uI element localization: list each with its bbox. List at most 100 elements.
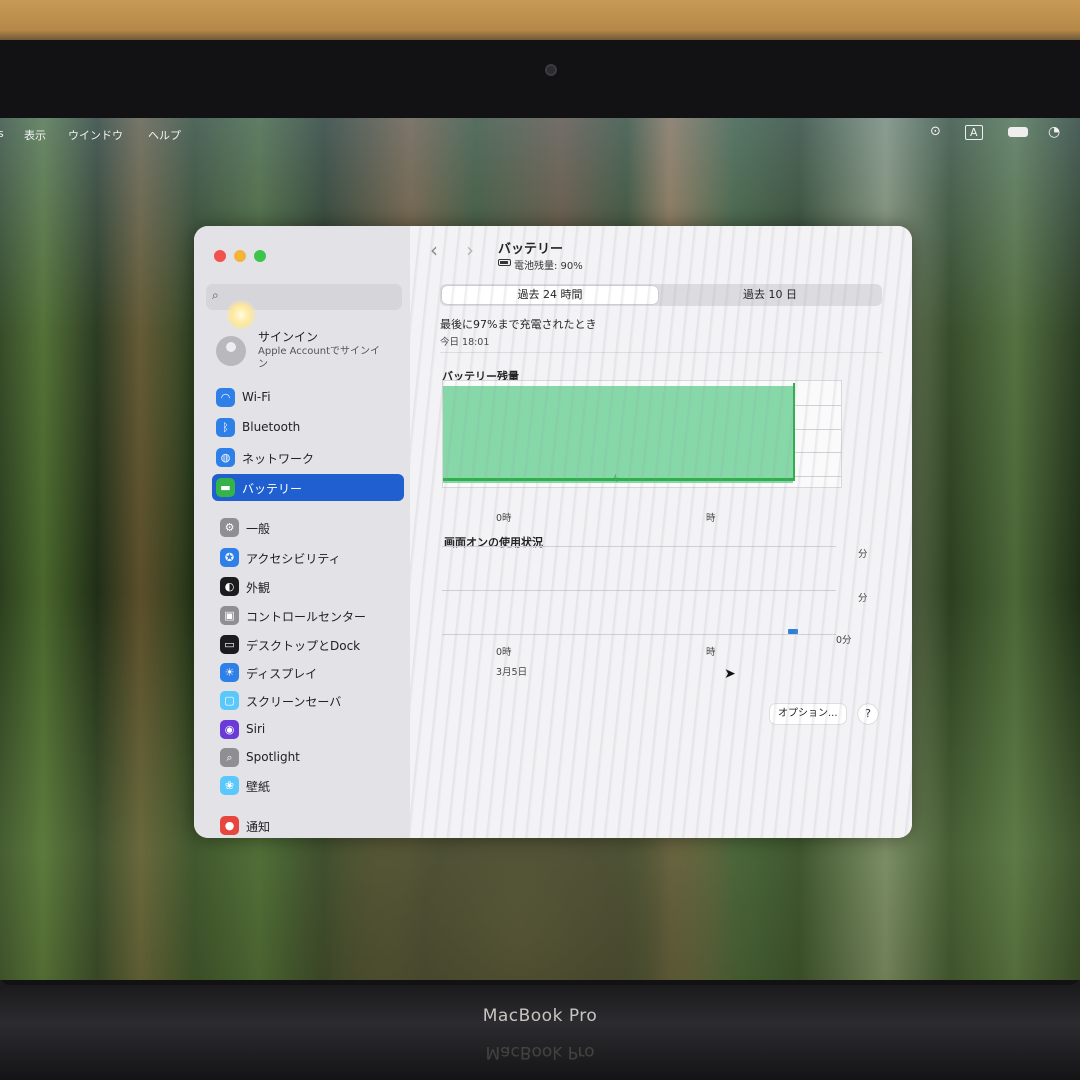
wifi-icon: ◠	[216, 388, 235, 407]
menu-view[interactable]: 表示	[24, 127, 46, 143]
battery-x-label-1: 時	[706, 513, 716, 524]
gridline	[442, 590, 836, 591]
brand-reflection: MacBook Pro	[485, 1042, 595, 1062]
charging-icon: ϟ	[613, 474, 620, 485]
sidebar-item-spotlight[interactable]: ⌕ Spotlight	[216, 744, 408, 771]
sidebar-item-label: Spotlight	[246, 750, 300, 764]
sidebar-item-wifi[interactable]: ◠ Wi-Fi	[212, 384, 404, 411]
play-icon[interactable]: ⊙	[930, 124, 941, 139]
usage-y-label-0: 分	[858, 549, 868, 560]
sidebar-item-control-center[interactable]: ▣ コントロールセンター	[216, 602, 408, 629]
battery-level-area	[443, 385, 793, 483]
bluetooth-icon: ᛒ	[216, 418, 235, 437]
battery-icon: ▬	[216, 478, 235, 497]
battery-level-icon	[498, 259, 511, 266]
back-button[interactable]: ‹	[430, 238, 438, 262]
tab-last-10-days[interactable]: 過去 10 日	[660, 286, 880, 304]
sidebar-item-label: バッテリー	[242, 482, 303, 496]
battery-level-edge	[793, 383, 795, 481]
menu-window[interactable]: ウインドウ	[68, 127, 123, 143]
usage-date-label: 3月5日	[496, 667, 528, 678]
sidebar-item-dock[interactable]: ▭ デスクトップとDock	[216, 631, 408, 658]
sidebar-item-label: 壁紙	[246, 780, 271, 794]
sidebar-item-appearance[interactable]: ◐ 外観	[216, 573, 408, 600]
battery-x-label-0: 0時	[496, 513, 512, 524]
dock-icon: ▭	[220, 635, 239, 654]
page-title: バッテリー	[498, 242, 564, 257]
sidebar-item-label: コントロールセンター	[246, 610, 367, 624]
sidebar-item-globe[interactable]: ◍ ネットワーク	[212, 444, 404, 471]
account-title: サインイン	[258, 330, 319, 344]
sidebar-item-label: Siri	[246, 722, 266, 736]
gear-icon: ⚙	[220, 518, 239, 537]
desktop: s 表示 ウインドウ ヘルプ ⊙ A ◔ ⌕ サインイン Apple Accou…	[0, 118, 1080, 980]
screensaver-icon: ▢	[220, 691, 239, 710]
accessibility-icon: ✪	[220, 548, 239, 567]
photo-of-laptop: s 表示 ウインドウ ヘルプ ⊙ A ◔ ⌕ サインイン Apple Accou…	[0, 0, 1080, 1080]
sidebar-item-display[interactable]: ☀ ディスプレイ	[216, 659, 408, 686]
sidebar-item-wallpaper[interactable]: ❀ 壁紙	[216, 772, 408, 799]
wifi-icon[interactable]: ◔	[1048, 124, 1060, 140]
sidebar-item-notifications[interactable]: ● 通知	[216, 812, 408, 838]
avatar	[216, 336, 246, 366]
camera	[545, 64, 557, 76]
search-icon: ⌕	[212, 288, 219, 302]
sidebar-item-label: Bluetooth	[242, 420, 301, 434]
usage-x-label-1: 時	[706, 647, 716, 658]
divider	[440, 352, 882, 353]
brand-label: MacBook Pro	[482, 1006, 598, 1026]
laptop-chin	[0, 985, 1080, 1080]
help-button[interactable]: ?	[858, 704, 878, 724]
display-icon: ☀	[220, 663, 239, 682]
gridline	[442, 546, 836, 547]
sidebar-item-label: デスクトップとDock	[246, 639, 361, 653]
input-source-icon[interactable]: A	[965, 125, 983, 140]
sidebar-item-label: ネットワーク	[242, 452, 315, 466]
screen-usage-chart	[442, 546, 836, 636]
sidebar-item-accessibility[interactable]: ✪ アクセシビリティ	[216, 544, 408, 571]
sidebar-item-label: 通知	[246, 820, 271, 834]
close-button[interactable]	[214, 250, 226, 262]
menu-help[interactable]: ヘルプ	[148, 127, 181, 143]
menu-bar: s 表示 ウインドウ ヘルプ ⊙ A ◔	[0, 118, 1080, 150]
forward-button[interactable]: ›	[466, 238, 474, 262]
sidebar-item-label: Wi-Fi	[242, 390, 271, 404]
control-center-icon: ▣	[220, 606, 239, 625]
globe-icon: ◍	[216, 448, 235, 467]
last-charge-time: 今日 18:01	[440, 337, 490, 348]
account-signin[interactable]: サインイン Apple Accountでサインイン	[216, 328, 406, 378]
sidebar-item-label: ディスプレイ	[246, 667, 318, 681]
battery-icon[interactable]	[1008, 127, 1028, 137]
gridline	[442, 634, 836, 635]
sidebar-item-battery[interactable]: ▬ バッテリー	[212, 474, 404, 501]
siri-icon: ◉	[220, 720, 239, 739]
zoom-button[interactable]	[254, 250, 266, 262]
sidebar-item-screensaver[interactable]: ▢ スクリーンセーバ	[216, 687, 408, 714]
sidebar-item-label: 外観	[246, 581, 271, 595]
menu-item-partial[interactable]: s	[0, 127, 4, 140]
usage-y-label-2: 0分	[836, 635, 852, 646]
sidebar-item-siri[interactable]: ◉ Siri	[216, 716, 408, 743]
sidebar-item-label: スクリーンセーバ	[246, 695, 342, 709]
system-settings-window: ⌕ サインイン Apple Accountでサインイン ◠ Wi-Fi ᛒ Bluet…	[194, 226, 912, 838]
light-glare	[226, 300, 256, 330]
account-subtitle: Apple Accountでサインイン	[258, 346, 381, 370]
notifications-icon: ●	[220, 816, 239, 835]
sidebar-item-label: 一般	[246, 522, 271, 536]
spotlight-icon: ⌕	[220, 748, 239, 767]
sidebar-item-label: アクセシビリティ	[246, 552, 341, 566]
battery-level-text: 電池残量: 90%	[514, 261, 583, 272]
wallpaper-icon: ❀	[220, 776, 239, 795]
usage-x-label-0: 0時	[496, 647, 512, 658]
usage-bar	[788, 629, 798, 634]
minimize-button[interactable]	[234, 250, 246, 262]
options-button[interactable]: オプション...	[770, 704, 846, 724]
sidebar: ⌕ サインイン Apple Accountでサインイン ◠ Wi-Fi ᛒ Bluet…	[194, 226, 410, 838]
usage-y-label-1: 分	[858, 593, 868, 604]
sidebar-item-gear[interactable]: ⚙ 一般	[216, 514, 408, 541]
battery-level-chart: ϟ	[442, 380, 842, 488]
battery-pane: ‹ › バッテリー 電池残量: 90% 過去 24 時間 過去 10 日 最後に…	[410, 226, 912, 838]
mouse-pointer-icon: ➤	[724, 666, 736, 682]
tab-last-24-hours[interactable]: 過去 24 時間	[442, 286, 658, 304]
sidebar-item-bluetooth[interactable]: ᛒ Bluetooth	[212, 414, 404, 441]
